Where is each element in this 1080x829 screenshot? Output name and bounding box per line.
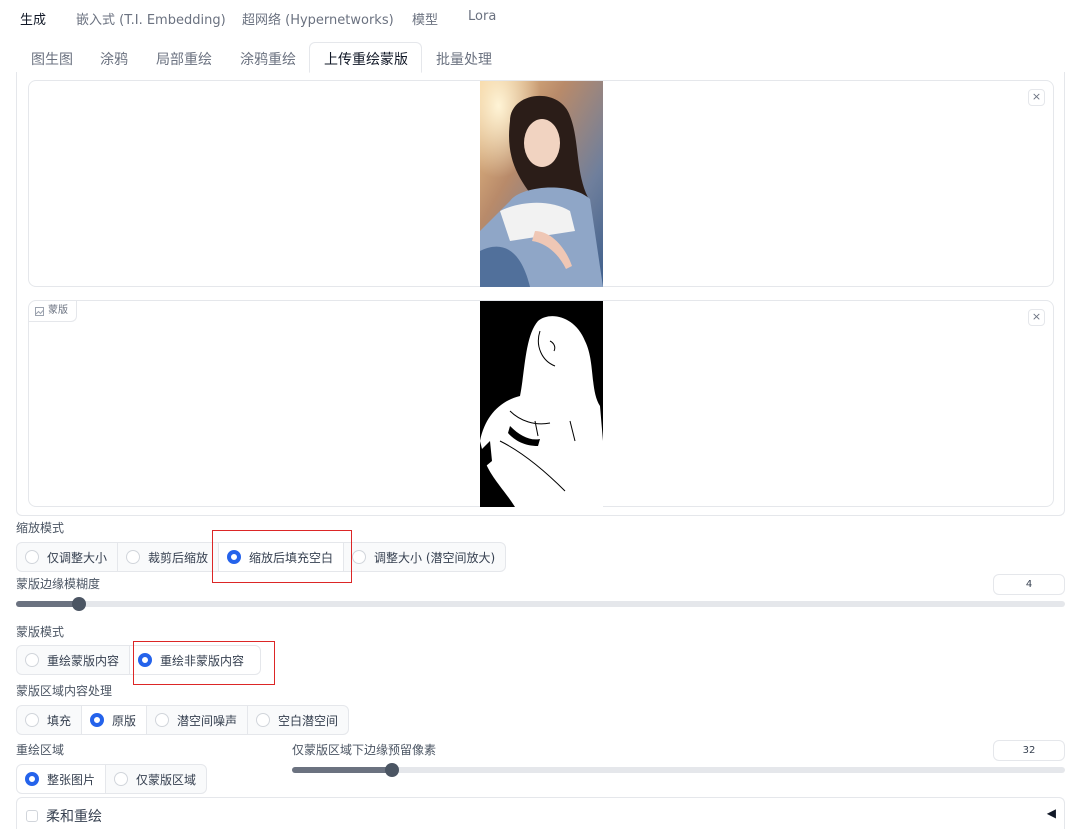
- subtab-inpaint-upload[interactable]: 上传重绘蒙版: [324, 49, 408, 69]
- resize-mode-radio-group: 仅调整大小 裁剪后缩放 缩放后填充空白 调整大小 (潜空间放大): [16, 542, 507, 572]
- tab-model[interactable]: 模型: [412, 9, 438, 28]
- padding-label: 仅蒙版区域下边缘预留像素: [292, 743, 437, 757]
- mask-image-panel[interactable]: 蒙版 ×: [28, 300, 1054, 507]
- radio-icon: [256, 713, 271, 727]
- radio-icon: [155, 713, 170, 727]
- option-label: 重绘非蒙版内容: [160, 653, 245, 668]
- top-tab-bar: 生成 嵌入式 (T.I. Embedding) 超网络 (Hypernetwor…: [0, 0, 1080, 36]
- masked-content-option[interactable]: 空白潜空间: [247, 705, 350, 735]
- mask-mode-option[interactable]: 重绘蒙版内容: [16, 645, 131, 675]
- resize-mode-label: 缩放模式: [16, 521, 65, 535]
- masked-content-label: 蒙版区域内容处理: [16, 684, 113, 698]
- radio-icon: [25, 653, 39, 667]
- option-label: 填充: [47, 713, 72, 728]
- inpaint-area-option[interactable]: 仅蒙版区域: [105, 764, 208, 794]
- tab-embedding[interactable]: 嵌入式 (T.I. Embedding): [76, 9, 226, 28]
- subtab-batch[interactable]: 批量处理: [436, 49, 492, 69]
- subtab-sketch[interactable]: 涂鸦: [100, 49, 128, 69]
- mask-mode-option[interactable]: 重绘非蒙版内容: [129, 645, 262, 675]
- option-label: 重绘蒙版内容: [47, 653, 120, 668]
- mask-mode-label: 蒙版模式: [16, 625, 65, 639]
- inpaint-area-radio-group: 整张图片 仅蒙版区域: [16, 764, 208, 794]
- tab-generate[interactable]: 生成: [20, 9, 46, 28]
- masked-content-option[interactable]: 潜空间噪声: [146, 705, 249, 735]
- radio-icon: [352, 550, 367, 564]
- inpaint-area-label: 重绘区域: [16, 743, 65, 757]
- resize-mode-option[interactable]: 缩放后填充空白: [218, 542, 345, 572]
- radio-icon: [227, 550, 242, 564]
- option-label: 仅蒙版区域: [136, 772, 197, 787]
- option-label: 仅调整大小: [47, 550, 108, 565]
- subtab-inpaint-sketch[interactable]: 涂鸦重绘: [240, 49, 296, 69]
- slider-fill: [292, 767, 392, 773]
- close-icon[interactable]: ×: [1028, 309, 1045, 326]
- masked-content-option[interactable]: 原版: [81, 705, 148, 735]
- radio-icon: [25, 550, 39, 564]
- resize-mode-option[interactable]: 调整大小 (潜空间放大): [343, 542, 507, 572]
- radio-icon: [138, 653, 153, 667]
- option-label: 潜空间噪声: [177, 713, 238, 728]
- option-label: 调整大小 (潜空间放大): [374, 550, 496, 565]
- subtab-inpaint[interactable]: 局部重绘: [156, 49, 212, 69]
- source-photo: [480, 81, 603, 287]
- mask-label: 蒙版: [48, 305, 68, 316]
- close-icon[interactable]: ×: [1028, 89, 1045, 106]
- slider-fill: [16, 601, 79, 607]
- radio-icon: [90, 713, 105, 727]
- mask-label-chip: 蒙版: [29, 301, 77, 322]
- option-label: 裁剪后缩放: [148, 550, 209, 565]
- image-icon: [35, 306, 44, 316]
- radio-icon: [126, 550, 141, 564]
- padding-slider[interactable]: [292, 763, 1065, 777]
- masked-content-radio-group: 填充 原版 潜空间噪声 空白潜空间: [16, 705, 350, 735]
- option-label: 空白潜空间: [278, 713, 339, 728]
- slider-thumb[interactable]: [72, 597, 86, 611]
- tab-hypernetworks[interactable]: 超网络 (Hypernetworks): [242, 9, 394, 28]
- inpaint-area-option[interactable]: 整张图片: [16, 764, 107, 794]
- option-label: 原版: [112, 713, 137, 728]
- source-image-panel[interactable]: ×: [28, 80, 1054, 287]
- mask-blur-label: 蒙版边缘模糊度: [16, 577, 101, 591]
- soft-inpaint-accordion[interactable]: 柔和重绘 ◀: [16, 797, 1065, 829]
- radio-icon: [114, 772, 129, 786]
- subtab-img2img[interactable]: 图生图: [31, 49, 73, 69]
- padding-value[interactable]: 32: [993, 740, 1065, 761]
- soft-inpaint-label: 柔和重绘: [46, 809, 102, 825]
- resize-mode-option[interactable]: 仅调整大小: [16, 542, 119, 572]
- slider-thumb[interactable]: [385, 763, 399, 777]
- radio-icon: [25, 713, 39, 727]
- mask-mode-radio-group: 重绘蒙版内容 重绘非蒙版内容: [16, 645, 262, 675]
- mask-blur-slider[interactable]: [16, 597, 1065, 611]
- option-label: 缩放后填充空白: [249, 550, 334, 565]
- option-label: 整张图片: [47, 772, 96, 787]
- mask-blur-value[interactable]: 4: [993, 574, 1065, 595]
- soft-inpaint-checkbox[interactable]: [26, 810, 38, 822]
- resize-mode-option[interactable]: 裁剪后缩放: [117, 542, 220, 572]
- tab-lora[interactable]: Lora: [468, 9, 496, 24]
- radio-icon: [25, 772, 39, 786]
- mask-image: [480, 301, 603, 507]
- collapse-arrow-icon[interactable]: ◀: [1047, 806, 1056, 820]
- masked-content-option[interactable]: 填充: [16, 705, 83, 735]
